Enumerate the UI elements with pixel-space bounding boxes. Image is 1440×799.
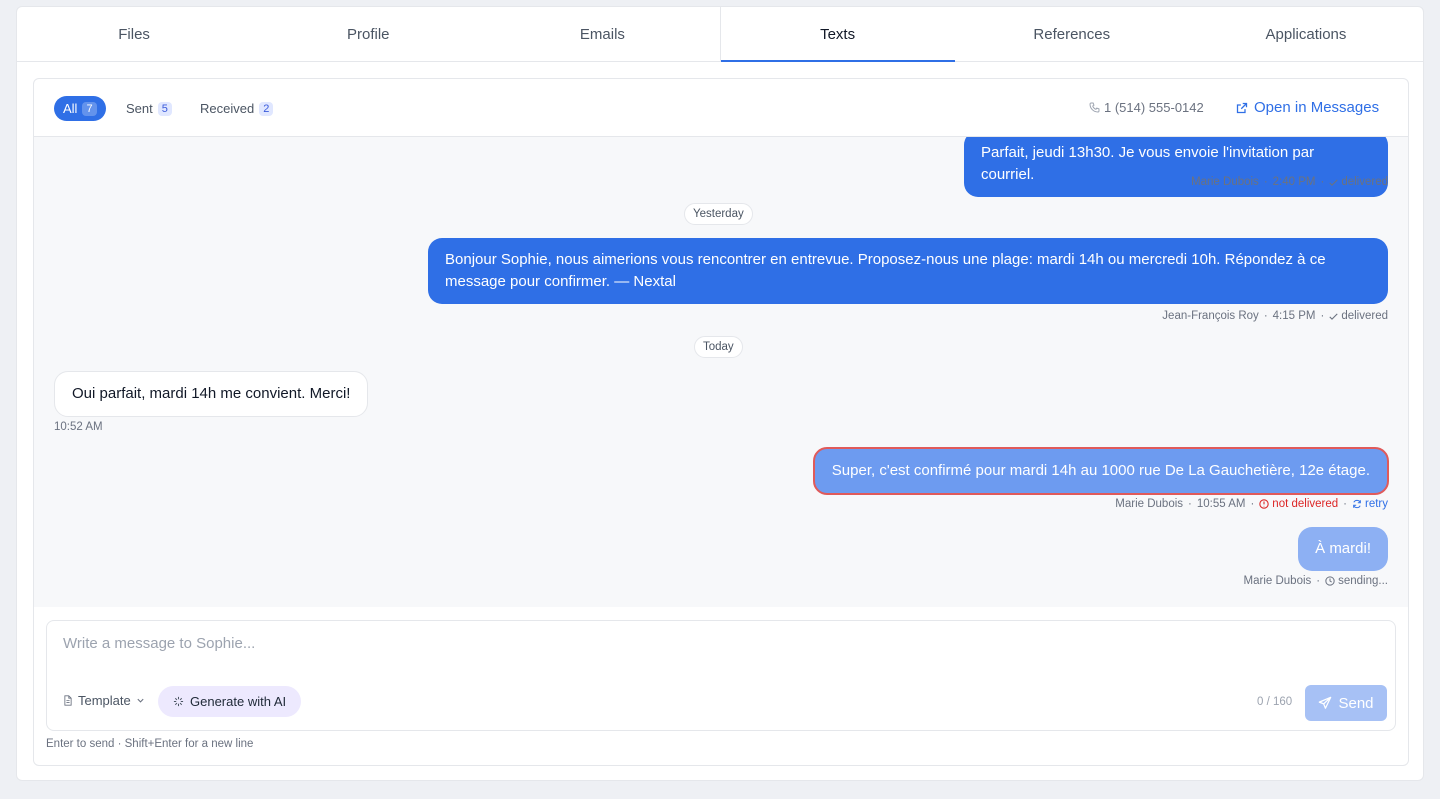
check-icon xyxy=(1329,312,1338,321)
message-meta: Marie Dubois · sending... xyxy=(1244,575,1388,587)
meta-separator: · xyxy=(1343,498,1347,510)
meta-separator: · xyxy=(1263,176,1268,188)
tab-profile[interactable]: Profile xyxy=(251,7,485,61)
phone-number: 1 (514) 555-0142 xyxy=(1089,100,1204,115)
tab-applications[interactable]: Applications xyxy=(1189,7,1423,61)
meta-separator: · xyxy=(1320,176,1325,188)
message-bubble-incoming: Oui parfait, mardi 14h me convient. Merc… xyxy=(54,371,369,417)
filter-count: 5 xyxy=(157,101,172,116)
meta-separator: · xyxy=(1316,575,1321,587)
texts-toolbar: All 7 Sent 5 Received 2 1 (514) 555-0142 xyxy=(34,79,1408,137)
filter-all[interactable]: All 7 xyxy=(54,96,106,121)
message-time: 10:55 AM xyxy=(1196,498,1246,510)
sending-status-text: sending... xyxy=(1338,575,1388,587)
filter-label: All xyxy=(63,101,78,116)
message-meta: Marie Dubois · 2:40 PM · delivered xyxy=(1191,176,1388,188)
retry-button[interactable]: retry xyxy=(1352,498,1388,510)
message-author: Marie Dubois xyxy=(1243,575,1312,587)
message-text: Oui parfait, mardi 14h me convient. Merc… xyxy=(72,385,351,402)
keyboard-hint: Enter to send · Shift+Enter for a new li… xyxy=(46,738,254,750)
filter-count: 2 xyxy=(259,101,274,116)
message-thread[interactable]: Parfait, jeudi 13h30. Je vous envoie l'i… xyxy=(34,137,1408,607)
message-bubble-outgoing: Parfait, jeudi 13h30. Je vous envoie l'i… xyxy=(964,137,1388,197)
sending-status: sending... xyxy=(1325,575,1388,587)
open-in-messages-label: Open in Messages xyxy=(1254,99,1380,116)
sparkle-icon xyxy=(173,696,184,707)
template-label: Template xyxy=(78,693,131,708)
filter-received[interactable]: Received 2 xyxy=(191,96,282,121)
day-separator-yesterday: Yesterday xyxy=(684,203,753,225)
delivery-status-text: delivered xyxy=(1341,176,1388,188)
not-delivered-status: not delivered xyxy=(1259,498,1338,510)
tab-files[interactable]: Files xyxy=(17,7,251,61)
message-input[interactable] xyxy=(63,635,1363,652)
character-counter: 0 / 160 xyxy=(1257,696,1293,708)
message-meta: 10:52 AM xyxy=(54,421,103,433)
send-label: Send xyxy=(1338,694,1374,712)
phone-icon xyxy=(1089,102,1100,113)
filter-count: 7 xyxy=(82,101,97,116)
template-button[interactable]: Template xyxy=(63,693,145,708)
refresh-icon xyxy=(1352,499,1362,509)
filter-label: Received xyxy=(200,101,255,116)
document-icon xyxy=(63,695,73,706)
message-bubble-outgoing: Bonjour Sophie, nous aimerions vous renc… xyxy=(428,238,1388,304)
alert-circle-icon xyxy=(1259,499,1270,509)
candidate-card: Files Profile Emails Texts References Ap… xyxy=(16,6,1424,781)
message-composer: Template Generate with AI 0 / 160 Send xyxy=(46,620,1396,731)
external-link-icon xyxy=(1236,102,1248,114)
meta-separator: · xyxy=(1250,498,1255,510)
delivery-status: delivered xyxy=(1329,310,1388,322)
message-time: 2:40 PM xyxy=(1272,176,1316,188)
send-button[interactable]: Send xyxy=(1305,685,1387,721)
meta-separator: · xyxy=(1188,498,1192,510)
message-text: Super, c'est confirmé pour mardi 14h au … xyxy=(831,462,1370,479)
message-author: Jean-François Roy xyxy=(1162,310,1259,322)
delivery-status: delivered xyxy=(1329,176,1388,188)
clock-icon xyxy=(1325,576,1335,586)
check-icon xyxy=(1329,178,1338,187)
message-text: Bonjour Sophie, nous aimerions vous renc… xyxy=(445,251,1326,290)
texts-panel: All 7 Sent 5 Received 2 1 (514) 555-0142 xyxy=(33,78,1409,766)
filter-label: Sent xyxy=(126,101,153,116)
open-in-messages-link[interactable]: Open in Messages xyxy=(1236,99,1379,116)
not-delivered-text: not delivered xyxy=(1272,498,1339,510)
message-time: 4:15 PM xyxy=(1272,310,1316,322)
message-author: Marie Dubois xyxy=(1115,498,1184,510)
filter-sent[interactable]: Sent 5 xyxy=(117,96,181,121)
message-bubble-failed: Super, c'est confirmé pour mardi 14h au … xyxy=(812,447,1389,495)
delivery-status-text: delivered xyxy=(1341,310,1388,322)
retry-label: retry xyxy=(1365,498,1388,510)
meta-separator: · xyxy=(1320,310,1325,322)
message-author: Marie Dubois xyxy=(1191,176,1259,188)
day-separator-today: Today xyxy=(694,336,743,358)
send-icon xyxy=(1318,696,1332,710)
generate-with-ai-label: Generate with AI xyxy=(190,694,287,709)
message-bubble-sending: À mardi! xyxy=(1298,527,1388,571)
tab-references[interactable]: References xyxy=(955,7,1189,61)
tab-texts[interactable]: Texts xyxy=(719,7,955,62)
message-meta: Marie Dubois · 10:55 AM · not delivered … xyxy=(1115,498,1388,510)
message-text: À mardi! xyxy=(1315,540,1371,557)
generate-with-ai-button[interactable]: Generate with AI xyxy=(158,686,302,717)
meta-separator: · xyxy=(1263,310,1268,322)
chevron-down-icon xyxy=(136,696,145,705)
tab-emails[interactable]: Emails xyxy=(485,7,719,61)
message-meta: Jean-François Roy · 4:15 PM · delivered xyxy=(1162,310,1388,322)
tab-bar: Files Profile Emails Texts References Ap… xyxy=(17,7,1423,62)
message-time: 10:52 AM xyxy=(54,421,103,433)
phone-text: 1 (514) 555-0142 xyxy=(1104,100,1204,115)
